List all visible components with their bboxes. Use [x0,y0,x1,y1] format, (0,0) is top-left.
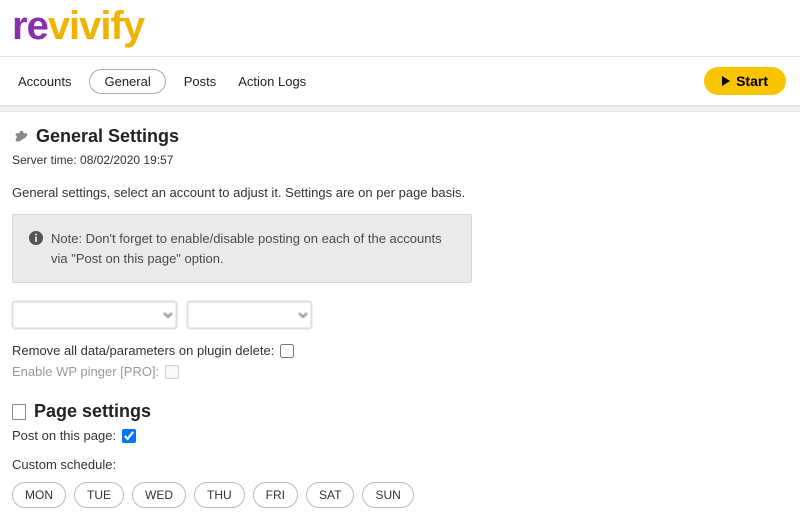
play-icon [722,76,730,86]
tab-action-logs[interactable]: Action Logs [234,70,310,93]
tabs: Accounts General Posts Action Logs [14,69,310,94]
server-time: Server time: 08/02/2020 19:57 [12,153,788,167]
remove-data-label: Remove all data/parameters on plugin del… [12,343,274,358]
account-select[interactable] [12,301,177,329]
page-settings-title: Page settings [34,401,151,422]
info-icon [29,231,43,245]
logo: revivify [12,6,788,46]
post-on-page-row: Post on this page: [12,428,788,443]
logo-part1: re [12,6,48,46]
logo-part2: vivify [48,6,144,46]
day-thu[interactable]: THU [194,482,245,508]
day-sat[interactable]: SAT [306,482,354,508]
general-title: General Settings [36,126,179,147]
start-button[interactable]: Start [704,67,786,95]
tab-posts[interactable]: Posts [180,70,221,93]
wp-pinger-label: Enable WP pinger [PRO]: [12,364,159,379]
day-mon[interactable]: MON [12,482,66,508]
day-fri[interactable]: FRI [253,482,298,508]
day-sun[interactable]: SUN [362,482,413,508]
post-on-page-checkbox[interactable] [122,429,136,443]
remove-data-checkbox[interactable] [280,344,294,358]
day-tue[interactable]: TUE [74,482,124,508]
general-settings-heading: General Settings [12,126,788,147]
day-pills: MON TUE WED THU FRI SAT SUN [12,482,788,508]
general-description: General settings, select an account to a… [12,185,788,200]
day-wed[interactable]: WED [132,482,186,508]
tab-general[interactable]: General [89,69,165,94]
page-select[interactable] [187,301,312,329]
start-button-label: Start [736,73,768,89]
note-text: Note: Don't forget to enable/disable pos… [51,229,455,268]
remove-data-row: Remove all data/parameters on plugin del… [12,343,788,358]
custom-schedule-label: Custom schedule: [12,457,788,472]
note-box: Note: Don't forget to enable/disable pos… [12,214,472,283]
page-icon [12,404,26,420]
wp-pinger-checkbox [165,365,179,379]
gear-icon [12,129,28,145]
tab-accounts[interactable]: Accounts [14,70,75,93]
page-settings-heading: Page settings [12,401,788,422]
wp-pinger-row: Enable WP pinger [PRO]: [12,364,788,379]
post-on-page-label: Post on this page: [12,428,116,443]
nav-row: Accounts General Posts Action Logs Start [0,57,800,106]
